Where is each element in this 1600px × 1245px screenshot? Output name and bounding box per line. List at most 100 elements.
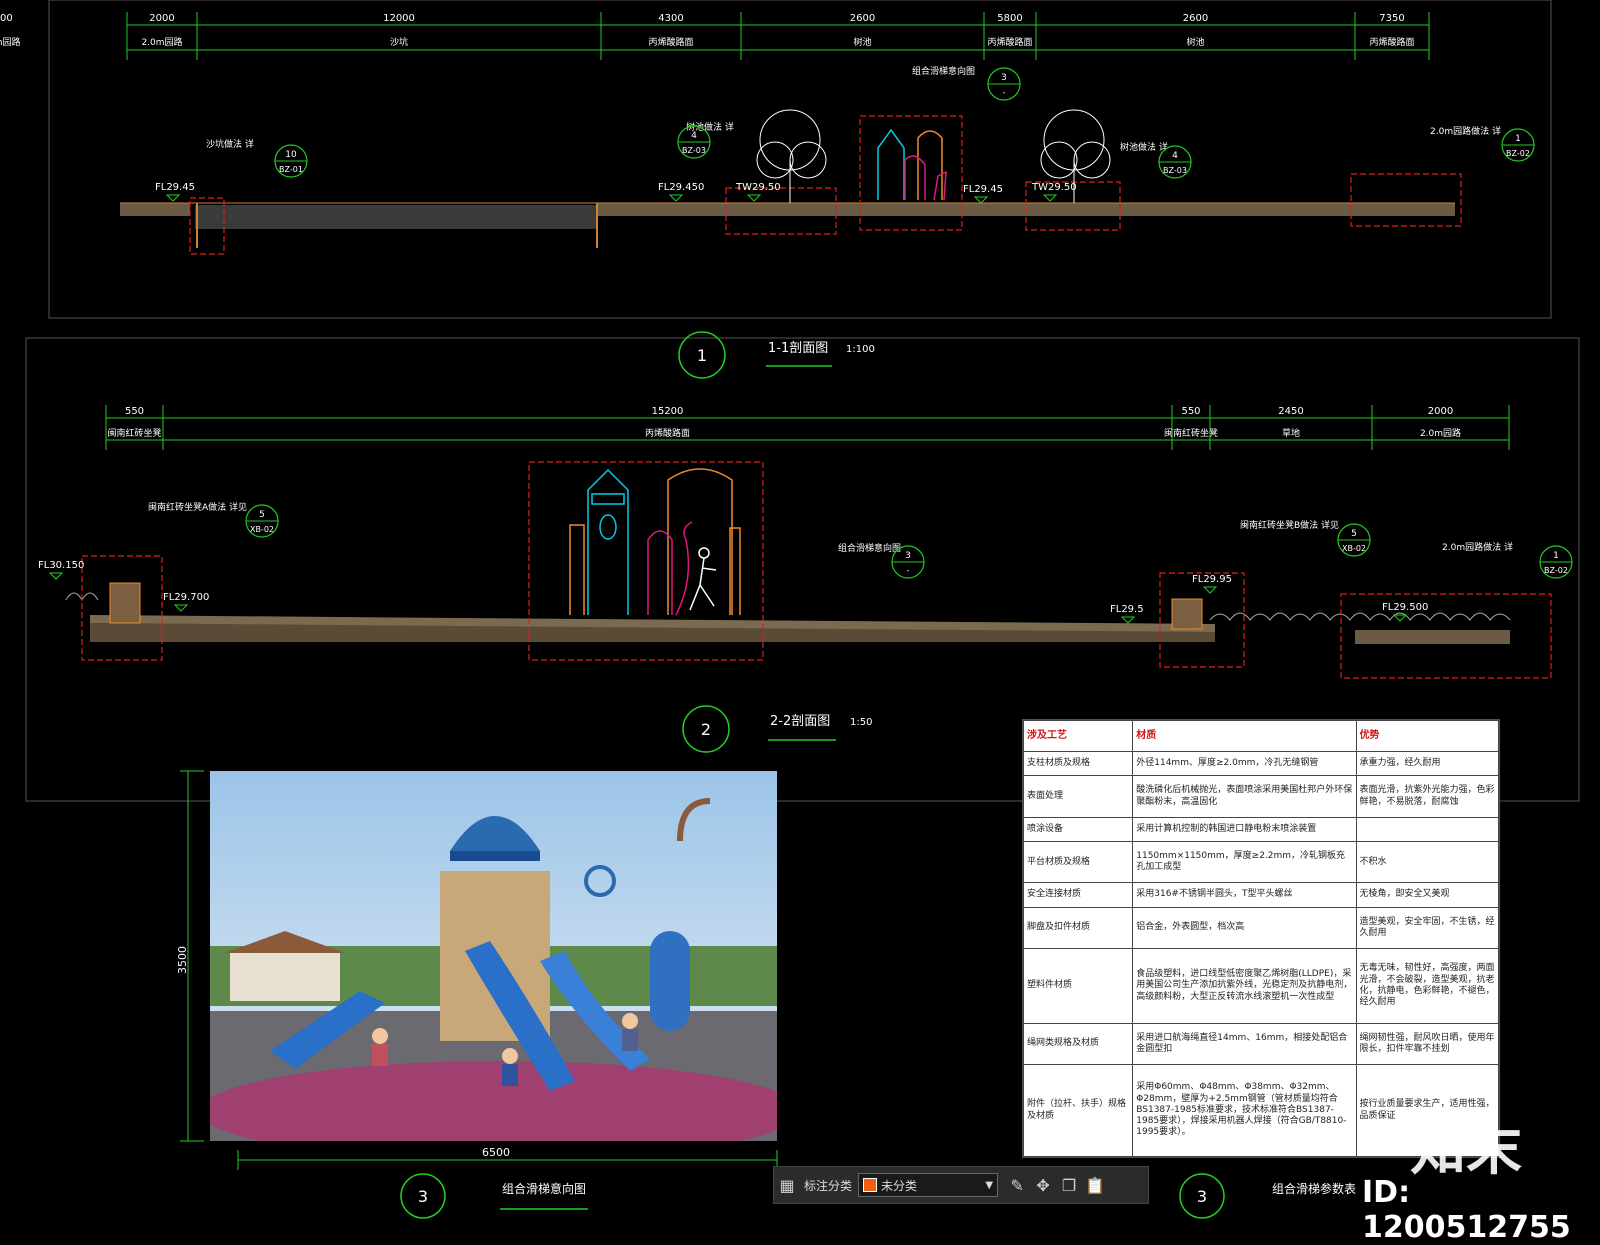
section-1-callout-label-0: 沙坑做法 详 bbox=[206, 138, 254, 150]
table-3-title: 组合滑梯参数表 bbox=[1272, 1181, 1356, 1196]
level-marker-icon bbox=[746, 194, 762, 202]
table-cell: 无毒无味，韧性好，高强度，两面光滑，不会破裂，造型美观，抗老化，抗静电，色彩鲜艳… bbox=[1355, 947, 1499, 1024]
section-1-zone-0: 2.0m园路 bbox=[141, 36, 182, 48]
section-1-callout-num-4: 1 bbox=[1515, 134, 1521, 144]
table-cell: 采用Φ60mm、Φ48mm、Φ38mm、Φ32mm、Φ28mm，壁厚为+2.5m… bbox=[1132, 1064, 1357, 1157]
section-1-zone-4: 丙烯酸路面 bbox=[987, 36, 1032, 48]
section-1-level-4: TW29.50 bbox=[1031, 182, 1077, 193]
section-1-text: 20002.0m园路12000沙坑4300丙烯酸路面2600树池5800丙烯酸路… bbox=[0, 13, 1535, 204]
table-cell: 绳网类规格及材质 bbox=[1023, 1022, 1134, 1066]
copy-icon[interactable]: ❐ bbox=[1056, 1172, 1082, 1198]
view-3-height-dim: 3500 bbox=[176, 946, 189, 974]
section-1-level-0: FL29.45 bbox=[155, 182, 195, 193]
section-2-level-3: FL29.95 bbox=[1192, 574, 1232, 585]
section-2-callout-label-3: 2.0m园路做法 详 bbox=[1442, 541, 1513, 553]
section-2-scale: 1:50 bbox=[850, 717, 872, 728]
section-1-zone-6: 丙烯酸路面 bbox=[1369, 36, 1414, 48]
section-1-dim-5: 2600 bbox=[1183, 13, 1208, 24]
section-2-zone-4: 2.0m园路 bbox=[1420, 427, 1461, 439]
table-header-material: 材质 bbox=[1132, 720, 1357, 752]
section-2-zone-1: 丙烯酸路面 bbox=[645, 427, 690, 439]
section-2-level-0: FL30.150 bbox=[38, 560, 84, 571]
table-cell: 不积水 bbox=[1355, 840, 1499, 884]
section-1-zone-5: 树池 bbox=[1186, 36, 1204, 48]
section-1-level-2: TW29.50 bbox=[735, 182, 781, 193]
section-2-text: 550 闽南红砖坐凳 15200 丙烯酸路面 550 闽南红砖坐凳 2450 草地 2000 2.… bbox=[38, 406, 1573, 624]
table-cell: 脚盘及扣件材质 bbox=[1023, 906, 1134, 949]
detail-frame-path-1 bbox=[1350, 173, 1462, 227]
section-2-dim-4: 2000 bbox=[1428, 406, 1453, 417]
section-2-callout-ref-2: XB-02 bbox=[1342, 544, 1366, 553]
section-2-callout-label-1: 组合滑梯意向图 bbox=[838, 542, 901, 554]
level-marker-icon bbox=[173, 604, 189, 612]
table-cell: 表面处理 bbox=[1023, 775, 1134, 818]
section-2-level-4: FL29.500 bbox=[1382, 602, 1428, 613]
slide-parameter-table: 涉及工艺 材质 优势 支柱材质及规格 外径114mm、厚度≥2.0mm，冷孔无缝钢… bbox=[1022, 719, 1500, 1158]
section-2-dim-0: 550 bbox=[125, 406, 144, 417]
section-1-callout-ref-4: BZ-02 bbox=[1506, 149, 1530, 158]
section-1-dim-3: 2600 bbox=[850, 13, 875, 24]
table-cell: 造型美观，安全牢固，不生锈，经久耐用 bbox=[1355, 906, 1499, 949]
table-row: 表面处理 酸洗磷化后机械抛光，表面喷涂采用美国杜邦户外环保聚酯粉末，高温固化 表面光… bbox=[1023, 775, 1499, 818]
section-2-callout-ref-0: XB-02 bbox=[250, 525, 274, 534]
table-header-process: 涉及工艺 bbox=[1023, 720, 1134, 752]
slide-elevation-small-icon bbox=[877, 128, 947, 201]
paste-icon[interactable]: 📋 bbox=[1082, 1172, 1108, 1198]
annotation-category-select[interactable]: 未分类 ▼ bbox=[858, 1173, 999, 1197]
section-1-scale: 1:100 bbox=[846, 344, 875, 355]
section-1-dim-4: 5800 bbox=[997, 13, 1022, 24]
table-cell: 支柱材质及规格 bbox=[1023, 750, 1134, 777]
annotation-category-label: 标注分类 bbox=[804, 1178, 853, 1193]
section-1-frame bbox=[48, 0, 1552, 319]
section-1-zone-7: 2.0m园路 bbox=[0, 36, 21, 48]
section-2-dim-3: 2450 bbox=[1278, 406, 1303, 417]
table-cell: 采用316#不锈钢半圆头，T型平头螺丝 bbox=[1132, 882, 1357, 908]
section-2-zone-3: 草地 bbox=[1282, 427, 1300, 439]
section-2-callout-ref-1: - bbox=[907, 566, 910, 575]
section-1-dim-7: 2000 bbox=[0, 13, 13, 24]
section-1-dim-0: 2000 bbox=[149, 13, 174, 24]
section-1-zone-3: 树池 bbox=[853, 36, 871, 48]
table-row: 塑料件材质 食品级塑料，进口线型低密度聚乙烯树脂(LLDPE)，采用美国公司生产添… bbox=[1023, 947, 1499, 1024]
table-cell: 酸洗磷化后机械抛光，表面喷涂采用美国杜邦户外环保聚酯粉末，高温固化 bbox=[1132, 775, 1357, 818]
level-marker-icon bbox=[973, 196, 989, 204]
section-1-dim-2: 4300 bbox=[658, 13, 683, 24]
table-cell: 安全连接材质 bbox=[1023, 882, 1134, 908]
section-2-callout-num-0: 5 bbox=[259, 510, 265, 520]
section-1-callout-label-4: 2.0m园路做法 详 bbox=[1430, 125, 1501, 137]
section-2-zone-2: 闽南红砖坐凳 bbox=[1164, 427, 1218, 439]
section-2-callout-num-2: 5 bbox=[1351, 529, 1357, 539]
grid-icon[interactable]: ▦ bbox=[774, 1172, 800, 1198]
table-cell: 绳网韧性强，耐风吹日晒，使用年限长，扣件牢靠不挂划 bbox=[1355, 1022, 1499, 1066]
section-2-zone-0: 闽南红砖坐凳 bbox=[107, 427, 161, 439]
table-cell: 1150mm×1150mm，厚度≥2.2mm，冷轧钢板充孔加工成型 bbox=[1132, 840, 1357, 884]
section-1-dim-6: 7350 bbox=[1379, 13, 1404, 24]
view-3-number: 3 bbox=[418, 1187, 428, 1206]
edit-icon[interactable]: ✎ bbox=[1004, 1172, 1030, 1198]
move-icon[interactable]: ✥ bbox=[1030, 1172, 1056, 1198]
table-cell: 表面光滑，抗紫外光能力强，色彩鲜艳，不易脱落，耐腐蚀 bbox=[1355, 775, 1499, 818]
section-1-callout-num-1: 4 bbox=[691, 131, 697, 141]
annotation-toolbar: ▦ 标注分类 未分类 ▼ ✎ ✥ ❐ 📋 bbox=[773, 1166, 1149, 1204]
table-3-number: 3 bbox=[1197, 1187, 1207, 1206]
view-3-width-dim: 6500 bbox=[482, 1146, 510, 1159]
category-color-swatch bbox=[863, 1178, 878, 1192]
section-1-callout-label-2: 组合滑梯意向图 bbox=[912, 65, 975, 77]
section-1-level-1: FL29.450 bbox=[658, 182, 704, 193]
annotation-category-value: 未分类 bbox=[881, 1178, 918, 1193]
section-2-level-1: FL29.700 bbox=[163, 592, 209, 603]
level-marker-icon bbox=[668, 194, 684, 202]
chevron-down-icon: ▼ bbox=[985, 1179, 994, 1191]
table-cell: 外径114mm、厚度≥2.0mm，冷孔无缝钢管 bbox=[1132, 750, 1357, 777]
section-1-ground bbox=[120, 202, 1455, 248]
section-1-dim-1: 12000 bbox=[383, 13, 415, 24]
section-1-zone-2: 丙烯酸路面 bbox=[648, 36, 693, 48]
table-cell: 铝合金，外表圆型，档次高 bbox=[1132, 906, 1357, 949]
level-marker-icon bbox=[48, 572, 64, 580]
table-cell: 喷涂设备 bbox=[1023, 816, 1134, 843]
section-1-number: 1 bbox=[697, 346, 707, 365]
level-marker-icon bbox=[1120, 616, 1136, 624]
section-1-callout-num-0: 10 bbox=[285, 150, 297, 160]
level-marker-icon bbox=[1202, 586, 1218, 594]
table-cell: 采用计算机控制的韩国进口静电粉末喷涂装置 bbox=[1132, 816, 1357, 843]
